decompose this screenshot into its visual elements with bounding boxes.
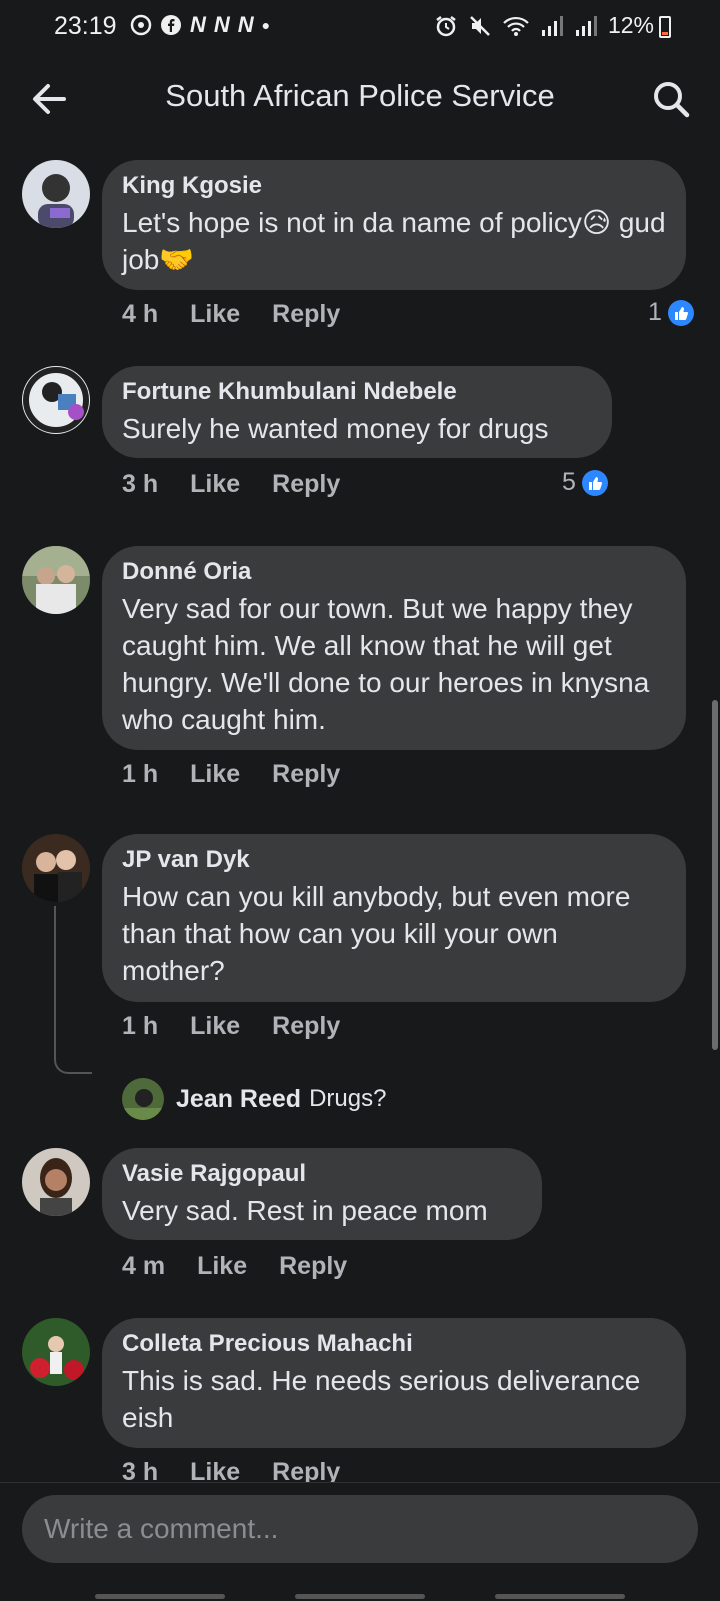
battery-percent: 12%	[607, 12, 654, 38]
comment-author[interactable]: Donné Oria	[122, 558, 666, 586]
like-button[interactable]: Like	[190, 1012, 240, 1041]
thumbs-up-icon	[667, 299, 694, 326]
comment-author[interactable]: Vasie Rajgopaul	[122, 1160, 522, 1188]
signal-icon	[575, 15, 597, 36]
reaction-count-number: 5	[562, 468, 576, 496]
dot-icon: ●	[261, 17, 271, 33]
reply-button[interactable]: Reply	[272, 760, 340, 789]
comment-actions: 1 h Like Reply	[122, 760, 340, 789]
facebook-icon	[161, 15, 181, 35]
comment-time[interactable]: 4 m	[122, 1252, 165, 1281]
comment-author[interactable]: King Kgosie	[122, 172, 666, 200]
page-title: South African Police Service	[165, 78, 555, 113]
comment-time[interactable]: 1 h	[122, 760, 158, 789]
avatar-image	[22, 1148, 90, 1216]
avatar[interactable]	[22, 834, 90, 902]
nav-pill[interactable]	[495, 1594, 625, 1599]
reaction-count-number: 1	[648, 298, 662, 326]
thread-line	[54, 906, 92, 1074]
like-button[interactable]: Like	[190, 760, 240, 789]
reply-preview[interactable]: Jean Reed Drugs?	[122, 1078, 386, 1120]
app-header: South African Police Service	[0, 56, 720, 142]
status-right: 12%	[434, 12, 654, 39]
comment-author[interactable]: Colleta Precious Mahachi	[122, 1330, 666, 1358]
messenger-icon	[130, 14, 152, 36]
like-button[interactable]: Like	[197, 1252, 247, 1281]
avatar-image	[22, 834, 90, 902]
mute-icon	[470, 15, 490, 36]
scrollbar[interactable]	[712, 700, 718, 1050]
comment-actions: 4 m Like Reply	[122, 1252, 347, 1281]
comment-time[interactable]: 1 h	[122, 1012, 158, 1041]
avatar[interactable]	[22, 546, 90, 614]
avatar[interactable]	[22, 366, 90, 434]
reply-button[interactable]: Reply	[272, 1012, 340, 1041]
reply-button[interactable]: Reply	[272, 470, 340, 499]
like-button[interactable]: Like	[190, 300, 240, 329]
comment-input[interactable]	[22, 1495, 698, 1563]
n-app-icon: N	[190, 12, 206, 37]
comment-author[interactable]: JP van Dyk	[122, 846, 666, 874]
avatar-image	[22, 160, 90, 228]
signal-icon	[541, 15, 563, 36]
avatar-image	[22, 546, 90, 614]
nav-pill[interactable]	[95, 1594, 225, 1599]
n-app-icon: N	[237, 12, 254, 37]
nav-pill[interactable]	[295, 1594, 425, 1599]
comment-text: Surely he wanted money for drugs	[122, 413, 549, 444]
n-app-icon: N	[213, 12, 230, 37]
comment-text: Very sad. Rest in peace mom	[122, 1195, 488, 1226]
reaction-count[interactable]: 1	[648, 298, 694, 327]
reply-author[interactable]: Jean Reed	[176, 1085, 301, 1114]
alarm-icon	[436, 15, 456, 36]
comment-time[interactable]: 3 h	[122, 470, 158, 499]
search-icon	[654, 82, 690, 118]
comment-text: Very sad for our town. But we happy they…	[122, 593, 650, 735]
comment-bubble[interactable]: Colleta Precious Mahachi This is sad. He…	[102, 1318, 686, 1448]
thumbs-up-icon	[581, 469, 608, 496]
comment-actions: 1 h Like Reply	[122, 1012, 340, 1041]
avatar-image	[122, 1078, 164, 1120]
reply-button[interactable]: Reply	[272, 300, 340, 329]
wifi-icon	[503, 16, 529, 36]
comment-text: Let's hope is not in da name of policy😥 …	[122, 207, 666, 275]
comment-actions: 3 h Like Reply	[122, 470, 340, 499]
like-button[interactable]: Like	[190, 470, 240, 499]
avatar-image	[22, 1318, 90, 1386]
reply-button[interactable]: Reply	[279, 1252, 347, 1281]
comment-actions: 4 h Like Reply	[122, 300, 340, 329]
comment-bubble[interactable]: Donné Oria Very sad for our town. But we…	[102, 546, 686, 750]
comment-author[interactable]: Fortune Khumbulani Ndebele	[122, 378, 592, 406]
comment-bubble[interactable]: King Kgosie Let's hope is not in da name…	[102, 160, 686, 290]
reply-text: Drugs?	[309, 1085, 387, 1112]
status-bar: 23:19 N N N ● 12%	[0, 0, 720, 56]
search-button[interactable]	[648, 76, 694, 122]
avatar[interactable]	[122, 1078, 164, 1120]
avatar[interactable]	[22, 160, 90, 228]
status-app-icons: N N N ●	[130, 12, 270, 38]
avatar[interactable]	[22, 1318, 90, 1386]
comment-bubble[interactable]: Fortune Khumbulani Ndebele Surely he wan…	[102, 366, 612, 458]
comment-bubble[interactable]: JP van Dyk How can you kill anybody, but…	[102, 834, 686, 1002]
status-time: 23:19	[54, 12, 117, 40]
reaction-count[interactable]: 5	[562, 468, 608, 497]
system-nav-bar	[0, 1594, 720, 1600]
comment-bubble[interactable]: Vasie Rajgopaul Very sad. Rest in peace …	[102, 1148, 542, 1240]
battery-icon	[659, 16, 671, 38]
comment-text: This is sad. He needs serious deliveranc…	[122, 1365, 641, 1433]
comment-composer	[0, 1482, 720, 1601]
avatar-image	[22, 366, 90, 434]
comment-text: How can you kill anybody, but even more …	[122, 881, 631, 986]
avatar[interactable]	[22, 1148, 90, 1216]
comment-time[interactable]: 4 h	[122, 300, 158, 329]
